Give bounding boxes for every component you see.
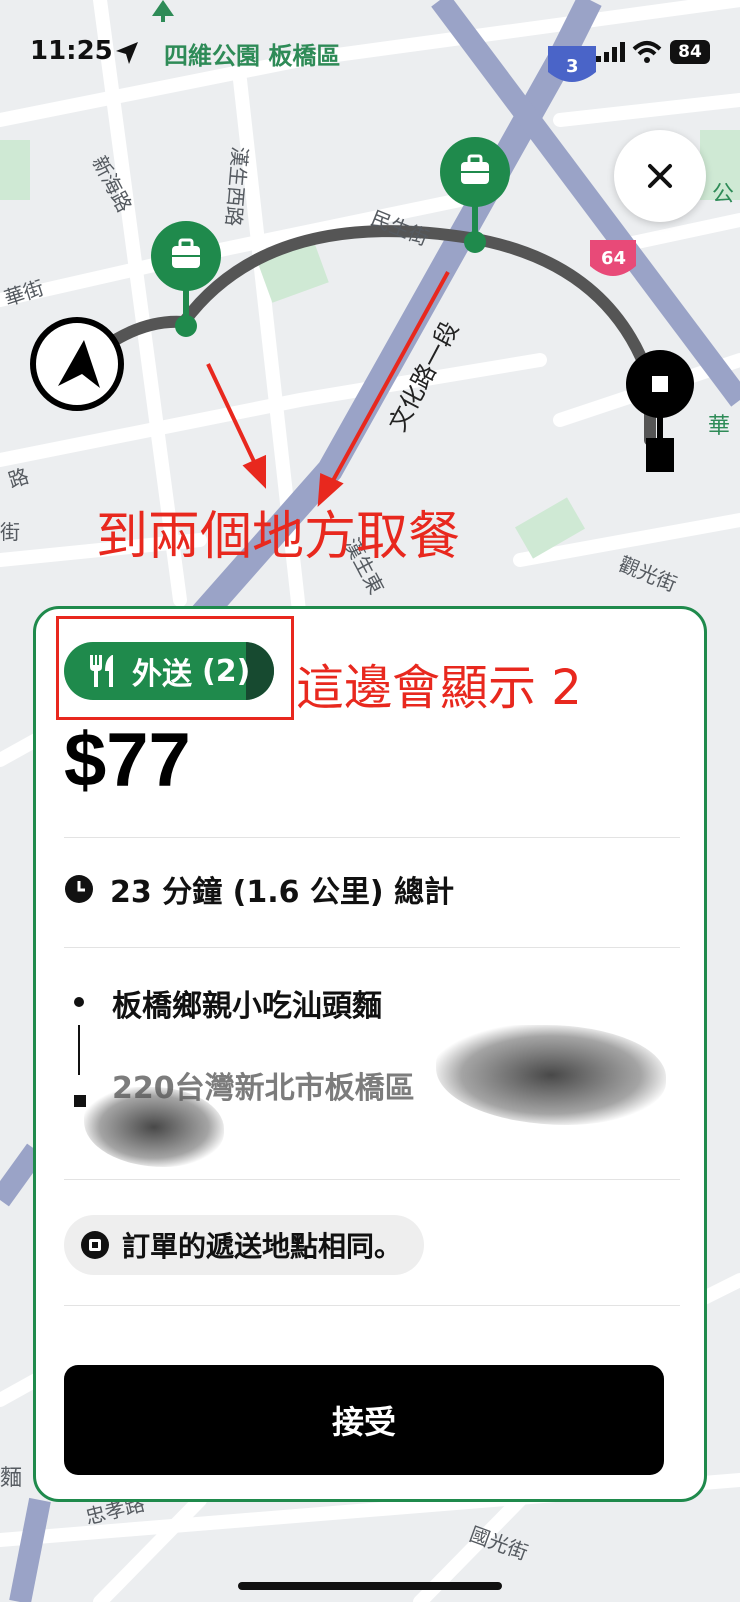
status-bar: 11:25 四維公園 板橋區 84 bbox=[0, 0, 740, 100]
annotation-highlight-box bbox=[56, 616, 294, 720]
pickup-name: 板橋鄉親小吃汕頭麵 bbox=[112, 989, 382, 1024]
trip-summary: 23 分鐘 (1.6 公里) 總計 bbox=[110, 875, 455, 910]
map-label: 街 bbox=[0, 520, 20, 544]
same-location-chip: 訂單的遞送地點相同。 bbox=[64, 1215, 425, 1275]
redaction-scribble bbox=[84, 1087, 224, 1167]
close-button[interactable] bbox=[614, 130, 706, 222]
route-shield-label: 64 bbox=[601, 248, 627, 269]
redaction-scribble bbox=[436, 1025, 666, 1125]
trip-summary-row: 23 分鐘 (1.6 公里) 總計 bbox=[64, 867, 454, 911]
map-label: 華 bbox=[708, 414, 731, 439]
driver-offer-screen: 新海路 漢生西路 民生街 文化路一段 華街 路 街 漢生東 觀光街 忠孝路 國光… bbox=[0, 0, 740, 1602]
park-tree-icon bbox=[152, 0, 174, 22]
offer-price: $77 bbox=[64, 718, 191, 803]
same-location-note: 訂單的遞送地點相同。 bbox=[122, 1230, 403, 1263]
clock-icon bbox=[65, 875, 93, 903]
wifi-icon bbox=[632, 41, 662, 63]
stop-square-icon bbox=[81, 1231, 109, 1259]
map-label: 公 bbox=[712, 182, 735, 207]
divider bbox=[64, 1179, 680, 1180]
divider bbox=[64, 1305, 680, 1306]
divider bbox=[64, 947, 680, 948]
status-time: 11:25 bbox=[30, 36, 113, 66]
driver-location-icon bbox=[30, 317, 124, 411]
status-location-name: 四維公園 板橋區 bbox=[164, 42, 341, 70]
cellular-signal-icon bbox=[596, 42, 625, 62]
annotation-shows-two: 這邊會顯示 2 bbox=[296, 660, 582, 716]
map-label: 麵 bbox=[0, 1466, 23, 1491]
divider bbox=[64, 837, 680, 838]
dropoff-square-icon bbox=[74, 1095, 86, 1107]
route-connector bbox=[78, 1025, 80, 1075]
battery-level: 84 bbox=[670, 40, 710, 64]
accept-button[interactable]: 接受 bbox=[64, 1365, 664, 1475]
annotation-two-pickups: 到兩個地方取餐 bbox=[96, 507, 461, 567]
home-indicator[interactable] bbox=[238, 1582, 502, 1590]
location-arrow-icon bbox=[116, 42, 138, 64]
close-icon bbox=[648, 164, 672, 188]
pickup-dot-icon bbox=[74, 997, 84, 1007]
offer-card: 外送 (2) $77 23 分鐘 (1.6 公里) 總計 板橋鄉親小吃汕頭麵 2… bbox=[33, 606, 707, 1502]
